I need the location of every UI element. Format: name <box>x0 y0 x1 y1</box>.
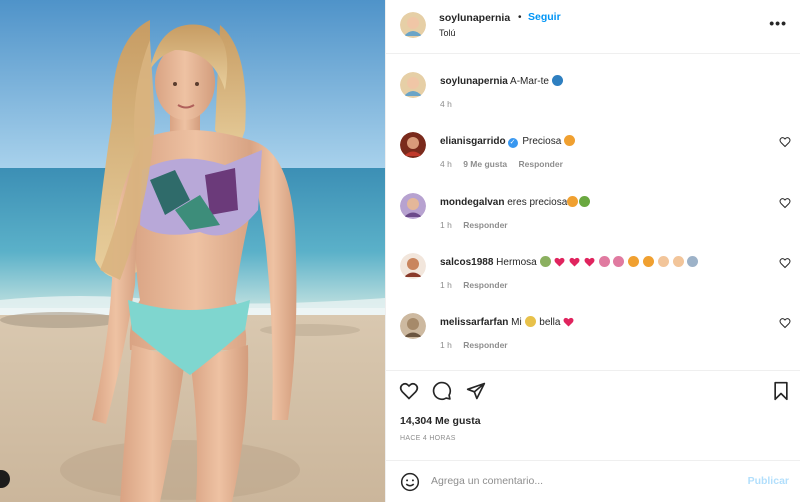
smiley-icon[interactable] <box>400 472 420 492</box>
comment-time[interactable]: 4 h <box>440 159 452 169</box>
share-icon[interactable] <box>466 381 486 401</box>
post-location[interactable]: Tolú <box>439 28 456 38</box>
reply-button[interactable]: Responder <box>463 220 507 230</box>
comment-text-end: bella <box>539 317 561 328</box>
heart-eyes-emoji-icon <box>564 135 576 146</box>
heart-icon[interactable] <box>399 381 419 401</box>
heart-eyes-emoji-icon <box>643 256 654 267</box>
post-header: soylunapernia • Seguir Tolú ••• <box>386 0 800 54</box>
like-comment-heart-icon[interactable] <box>779 257 791 269</box>
reply-button[interactable]: Responder <box>519 159 563 169</box>
comment-text: Hermosa <box>496 257 537 268</box>
moon-emoji-icon <box>524 316 536 327</box>
verified-badge-icon: ✓ <box>507 138 518 148</box>
caption-text: A-Mar-te <box>510 76 549 87</box>
caption-username[interactable]: soylunapernia <box>440 76 508 87</box>
author-username[interactable]: soylunapernia <box>439 12 510 24</box>
heart-eyes-emoji-icon <box>567 196 579 207</box>
follow-button[interactable]: Seguir <box>528 11 561 23</box>
post-modal: soylunapernia • Seguir Tolú ••• soylunap… <box>0 0 800 502</box>
smiling-emoji-icon <box>539 256 551 267</box>
comment-composer: Publicar <box>386 460 800 502</box>
clap-emoji-icon <box>657 256 669 267</box>
post-photo[interactable] <box>0 0 385 502</box>
comment-time[interactable]: 1 h <box>440 220 452 230</box>
commenter-avatar[interactable] <box>400 132 426 158</box>
comment-username[interactable]: melissarfarfan <box>440 317 508 328</box>
reply-button[interactable]: Responder <box>463 280 507 290</box>
more-options-icon[interactable]: ••• <box>769 15 787 31</box>
heart-eyes-emoji-icon <box>628 256 640 267</box>
red-heart-emoji-icon <box>563 317 574 327</box>
beach-photo-illustration <box>0 0 385 502</box>
comment-time[interactable]: 1 h <box>440 340 452 350</box>
red-heart-emoji-icon <box>554 257 565 267</box>
author-avatar[interactable] <box>400 12 426 38</box>
post-details-panel: soylunapernia • Seguir Tolú ••• soylunap… <box>385 0 800 502</box>
likes-count[interactable]: 14,304 Me gusta <box>400 415 481 427</box>
like-comment-heart-icon[interactable] <box>779 317 791 329</box>
red-heart-emoji-icon <box>584 257 595 267</box>
comment-text: eres preciosa <box>507 197 568 208</box>
red-heart-emoji-icon <box>569 257 580 267</box>
comment-username[interactable]: elianisgarrido <box>440 136 506 147</box>
bookmark-icon[interactable] <box>771 381 791 401</box>
leaf-emoji-icon <box>579 196 591 207</box>
caption-time[interactable]: 4 h <box>440 99 452 109</box>
header-separator: • <box>518 12 522 23</box>
commenter-avatar[interactable] <box>400 313 426 339</box>
post-actions-bar <box>386 370 800 406</box>
comment-time[interactable]: 1 h <box>440 280 452 290</box>
caption-avatar[interactable] <box>400 72 426 98</box>
reply-button[interactable]: Responder <box>463 340 507 350</box>
clap-emoji-icon <box>672 256 684 267</box>
commenter-avatar[interactable] <box>400 253 426 279</box>
post-timestamp[interactable]: HACE 4 HORAS <box>400 435 456 442</box>
tulip-emoji-icon <box>613 256 625 267</box>
praying-hands-emoji-icon <box>687 256 699 267</box>
comment-username[interactable]: mondegalvan <box>440 197 504 208</box>
tulip-emoji-icon <box>598 256 610 267</box>
like-comment-heart-icon[interactable] <box>779 197 791 209</box>
like-comment-heart-icon[interactable] <box>779 136 791 148</box>
comment-text: Preciosa <box>522 136 562 147</box>
comment-text-start: Mi <box>511 317 522 328</box>
publish-button[interactable]: Publicar <box>748 475 789 487</box>
wave-emoji-icon <box>551 75 563 86</box>
commenter-avatar[interactable] <box>400 193 426 219</box>
comment-username[interactable]: salcos1988 <box>440 257 493 268</box>
comment-likes[interactable]: 9 Me gusta <box>463 159 507 169</box>
comment-input[interactable] <box>431 471 731 491</box>
comment-icon[interactable] <box>432 381 452 401</box>
